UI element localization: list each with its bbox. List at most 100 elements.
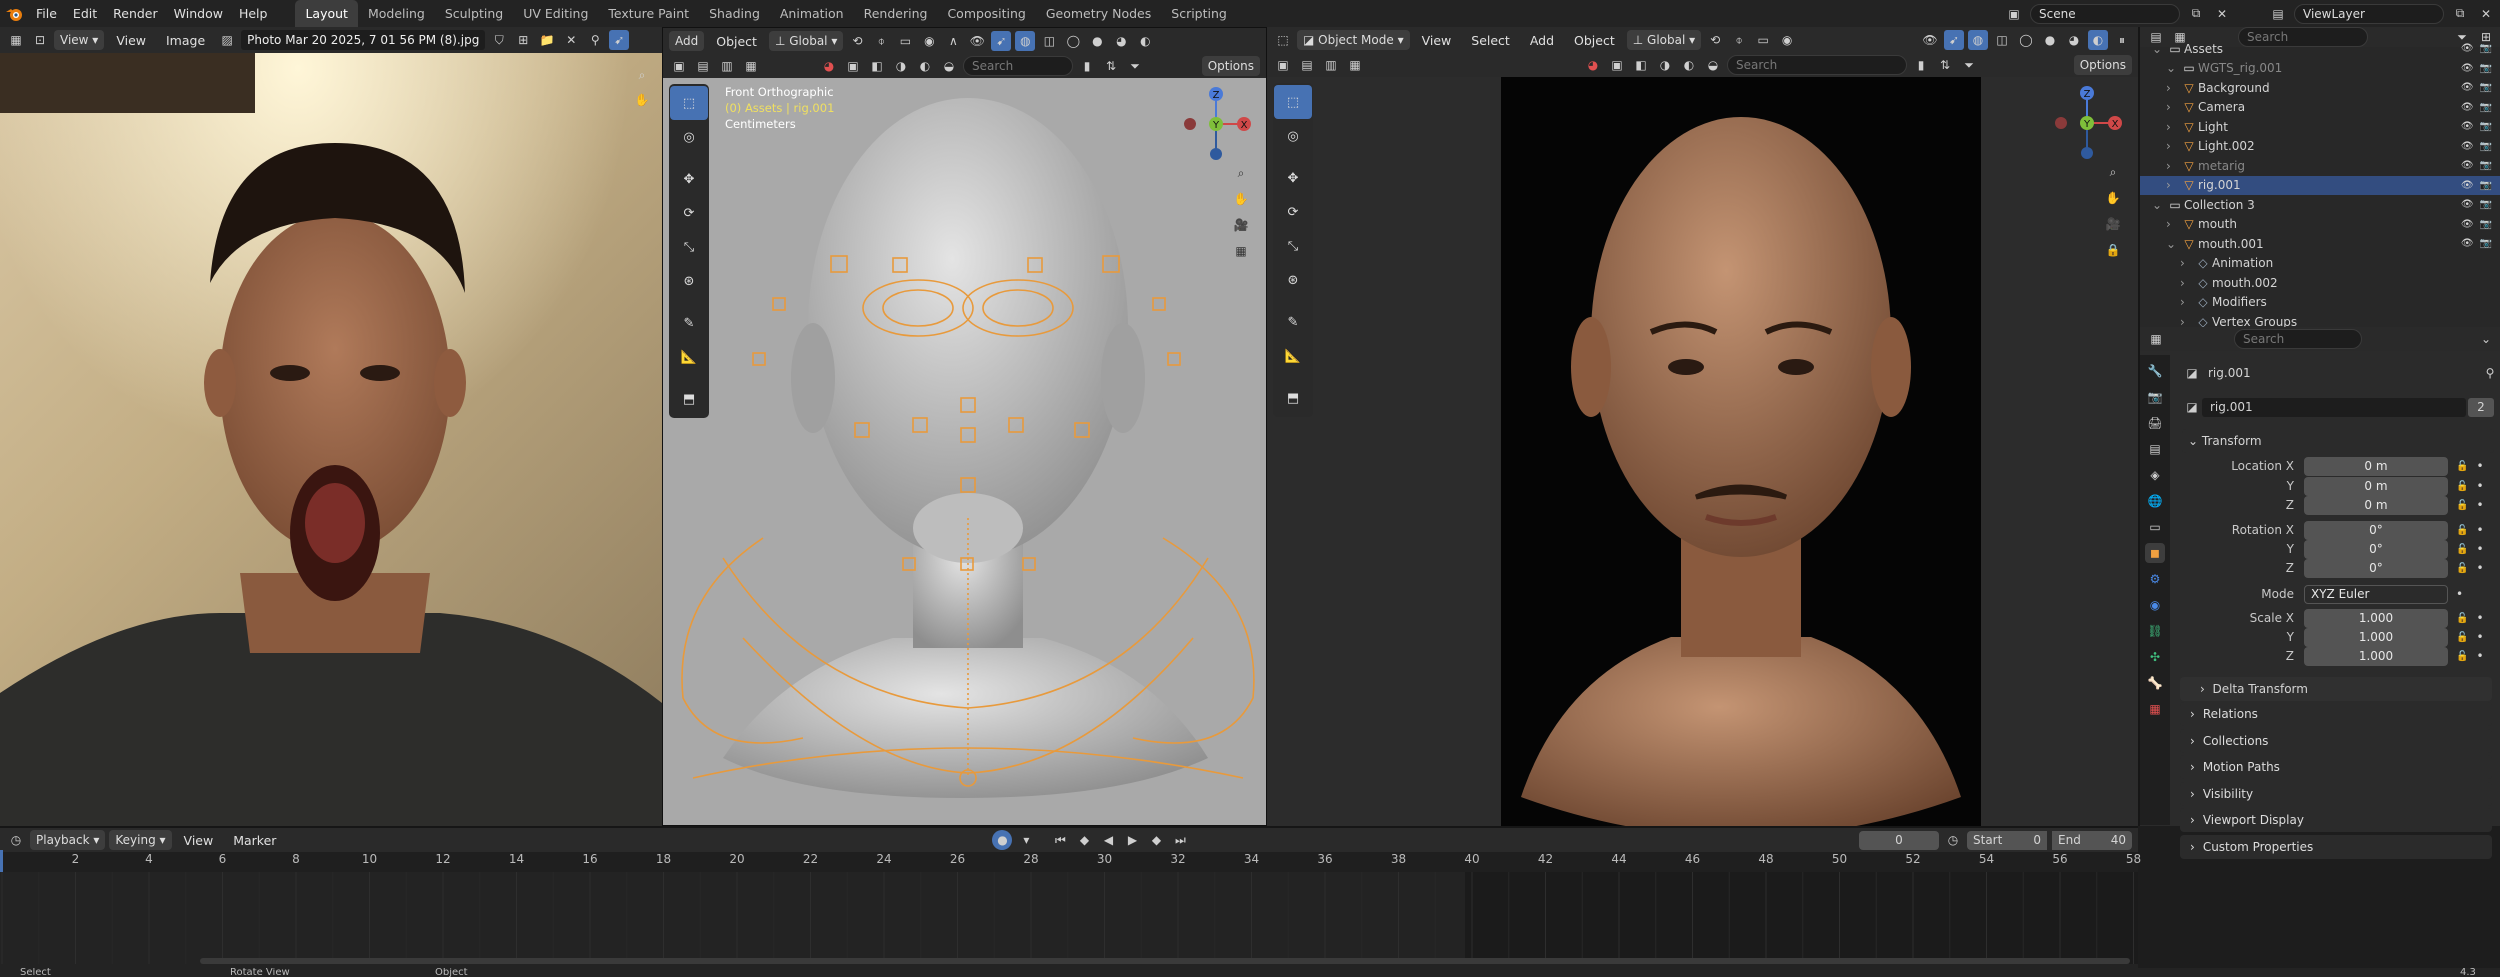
keyframe-dot-icon[interactable]: • bbox=[2476, 630, 2483, 644]
collapse-icon[interactable]: ⌄ bbox=[2476, 329, 2496, 349]
sort-icon[interactable]: ⇅ bbox=[1935, 55, 1955, 75]
lock-icon[interactable]: 🔓 bbox=[2456, 461, 2468, 472]
move-tool-icon[interactable]: ✥ bbox=[670, 162, 708, 196]
keying-set-icon[interactable]: ▾ bbox=[1016, 830, 1036, 850]
measure-tool-icon[interactable]: 📐 bbox=[670, 340, 708, 374]
select-box-tool-icon[interactable]: ⬚ bbox=[1274, 85, 1312, 119]
play-icon[interactable]: ▶ bbox=[1122, 830, 1142, 850]
visibility-eye-icon[interactable]: 👁 bbox=[2461, 43, 2474, 54]
outliner-row[interactable]: ⌄ ▭ Assets 👁 📷 bbox=[2140, 39, 2500, 59]
visibility-eye-icon[interactable]: 👁 bbox=[2461, 141, 2474, 152]
render-visibility-icon[interactable]: 📷 bbox=[2480, 102, 2492, 113]
ortho-grid-icon[interactable]: ▦ bbox=[1231, 241, 1251, 261]
outliner-row[interactable]: › ◇ Modifiers bbox=[2140, 293, 2500, 313]
select-intersect-icon[interactable]: ▦ bbox=[1345, 55, 1365, 75]
tab-geometry-nodes[interactable]: Geometry Nodes bbox=[1036, 0, 1161, 27]
current-frame-field[interactable]: 0 bbox=[1859, 830, 1939, 850]
measure-tool-icon[interactable]: 📐 bbox=[1274, 339, 1312, 373]
overlay-icon[interactable]: ◍ bbox=[1015, 31, 1036, 51]
object-name-field[interactable]: rig.001 bbox=[2202, 397, 2466, 417]
expand-chevron-icon[interactable]: ⌄ bbox=[2166, 237, 2180, 251]
scene-icon[interactable]: ▣ bbox=[2004, 4, 2024, 24]
editor-type-icon[interactable]: ▦ bbox=[6, 30, 26, 50]
keyframe-dot-icon[interactable]: • bbox=[2476, 498, 2483, 512]
jump-end-icon[interactable]: ⏭ bbox=[1170, 830, 1190, 850]
output-tab-icon[interactable]: 🖨 bbox=[2145, 413, 2165, 433]
select-intersect-icon[interactable]: ▦ bbox=[741, 56, 761, 76]
tab-sculpting[interactable]: Sculpting bbox=[435, 0, 513, 27]
bookmark-icon[interactable]: ▮ bbox=[1077, 56, 1097, 76]
armature-data-tab-icon[interactable]: ✣ bbox=[2145, 647, 2165, 667]
outliner-row[interactable]: › ▽ Light 👁 📷 bbox=[2140, 117, 2500, 137]
overlay-icon[interactable]: ◍ bbox=[1968, 30, 1988, 50]
scale-x-field[interactable]: 1.000 bbox=[2304, 608, 2448, 628]
xray-icon[interactable]: ◫ bbox=[1992, 30, 2012, 50]
keyframe-dot-icon[interactable]: • bbox=[2476, 611, 2483, 625]
timeline-view-menu[interactable]: View bbox=[176, 833, 222, 848]
auto-keying-icon[interactable]: ● bbox=[992, 830, 1013, 850]
camera-view-icon[interactable]: 🎥 bbox=[1231, 215, 1251, 235]
lock-icon[interactable]: 🔓 bbox=[2456, 481, 2468, 492]
editor-type-icon[interactable]: ▦ bbox=[2146, 329, 2166, 349]
keyframe-dot-icon[interactable]: • bbox=[2476, 649, 2483, 663]
snap-icon[interactable]: ⌽ bbox=[1729, 30, 1749, 50]
filter-camera-icon[interactable]: ◧ bbox=[867, 56, 887, 76]
object-menu[interactable]: Object bbox=[1566, 33, 1623, 48]
pivot-icon[interactable]: ⟲ bbox=[1705, 30, 1725, 50]
transform-orientation[interactable]: ⊥ Global ▾ bbox=[768, 31, 844, 51]
visibility-eye-icon[interactable]: 👁 bbox=[2461, 102, 2474, 113]
render-visibility-icon[interactable]: 📷 bbox=[2480, 63, 2492, 74]
falloff-icon[interactable]: ∧ bbox=[943, 31, 963, 51]
menu-window[interactable]: Window bbox=[166, 6, 231, 21]
expand-chevron-icon[interactable]: › bbox=[2180, 315, 2194, 327]
viewport-rig[interactable]: Add Object ⊥ Global ▾ ⟲ ⌽ ▭ ◉ ∧ 👁 ➹ ◍ ◫ … bbox=[662, 27, 1267, 826]
render-visibility-icon[interactable]: 📷 bbox=[2480, 219, 2492, 230]
keyframe-dot-icon[interactable]: • bbox=[2476, 542, 2483, 556]
object-tab-icon[interactable]: ◼ bbox=[2145, 543, 2165, 563]
outliner-row[interactable]: › ▽ Light.002 👁 📷 bbox=[2140, 137, 2500, 157]
gizmo-toggle-icon[interactable]: ➹ bbox=[609, 30, 630, 50]
visibility-eye-icon[interactable]: 👁 bbox=[2461, 199, 2474, 210]
new-image-icon[interactable]: ⊞ bbox=[513, 30, 533, 50]
menu-edit[interactable]: Edit bbox=[65, 6, 105, 21]
frame-end-field[interactable]: End 40 bbox=[2052, 830, 2132, 850]
visibility-icon[interactable]: 👁 bbox=[1920, 30, 1940, 50]
panel-custom-properties[interactable]: › Custom Properties bbox=[2180, 834, 2492, 859]
outliner-row[interactable]: ⌄ ▭ WGTS_rig.001 👁 📷 bbox=[2140, 59, 2500, 79]
lock-camera-icon[interactable]: 🔒 bbox=[2103, 240, 2123, 260]
visibility-eye-icon[interactable]: 👁 bbox=[2461, 238, 2474, 249]
gizmo-icon[interactable]: ➹ bbox=[991, 31, 1012, 51]
snap-target-icon[interactable]: ▭ bbox=[1753, 30, 1773, 50]
lock-icon[interactable]: 🔓 bbox=[2456, 632, 2468, 643]
rendered-shading-icon[interactable]: ◐ bbox=[1135, 31, 1155, 51]
pivot-icon[interactable]: ⟲ bbox=[847, 31, 867, 51]
filter-other-icon[interactable]: ◒ bbox=[939, 56, 959, 76]
tab-animation[interactable]: Animation bbox=[770, 0, 854, 27]
play-reverse-icon[interactable]: ◀ bbox=[1098, 830, 1118, 850]
users-count[interactable]: 2 bbox=[2468, 397, 2494, 417]
world-tab-icon[interactable]: 🌐 bbox=[2145, 491, 2165, 511]
select-extend-icon[interactable]: ▤ bbox=[693, 56, 713, 76]
viewport-rig-search[interactable]: Search bbox=[963, 56, 1073, 76]
select-menu[interactable]: Select bbox=[1463, 33, 1518, 48]
filter-icon[interactable]: ⏷ bbox=[1125, 56, 1145, 76]
pan-view-icon[interactable]: ✋ bbox=[2103, 188, 2123, 208]
physics-tab-icon[interactable]: ◉ bbox=[2145, 595, 2165, 615]
render-visibility-icon[interactable]: 📷 bbox=[2480, 141, 2492, 152]
armature-icon[interactable]: ◪ bbox=[2182, 397, 2202, 417]
render-visibility-icon[interactable]: 📷 bbox=[2480, 238, 2492, 249]
view-layer-tab-icon[interactable]: ▤ bbox=[2145, 439, 2165, 459]
rotation-x-field[interactable]: 0° bbox=[2304, 520, 2448, 540]
snap-icon[interactable]: ⌽ bbox=[871, 31, 891, 51]
modifiers-tab-icon[interactable]: ⚙ bbox=[2145, 569, 2165, 589]
delete-scene-icon[interactable]: ✕ bbox=[2212, 4, 2232, 24]
move-tool-icon[interactable]: ✥ bbox=[1274, 161, 1312, 195]
timeline-grid[interactable] bbox=[0, 872, 2138, 964]
tab-rendering[interactable]: Rendering bbox=[854, 0, 938, 27]
viewport-render[interactable]: ⬚ ◪ Object Mode ▾ View Select Add Object… bbox=[1267, 27, 2138, 826]
timeline-scrollbar[interactable] bbox=[200, 958, 2130, 964]
outliner-row[interactable]: › ◇ Animation bbox=[2140, 254, 2500, 274]
editor-type-icon[interactable]: ⬚ bbox=[1273, 30, 1293, 50]
proportional-icon[interactable]: ◉ bbox=[919, 31, 939, 51]
expand-chevron-icon[interactable]: › bbox=[2166, 217, 2180, 231]
